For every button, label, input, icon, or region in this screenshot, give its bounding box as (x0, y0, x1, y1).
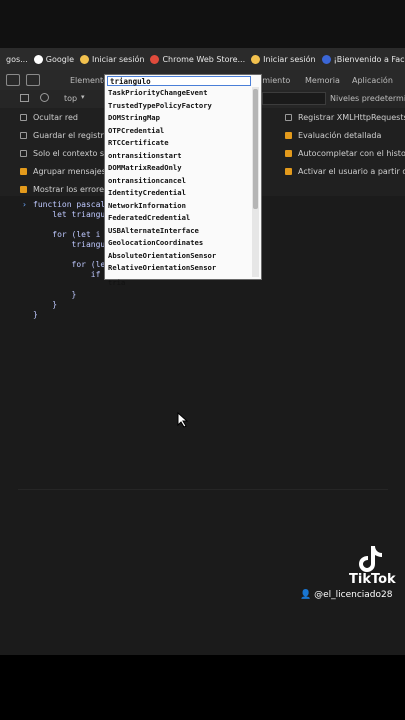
checkbox[interactable] (20, 132, 27, 139)
store-icon (150, 54, 160, 64)
setting-option-left[interactable]: Agrupar mensajes s (20, 167, 113, 176)
code-line: for (let i = (33, 230, 111, 239)
bookmark-label: Google (45, 54, 74, 64)
setting-label: Mostrar los errores (33, 185, 109, 194)
bookmark-item[interactable]: ¡Bienvenido a Faceb... (321, 54, 405, 64)
autocomplete-item[interactable]: TrustedTypePolicyFactory (108, 100, 212, 112)
tab-application[interactable]: Aplicación (352, 76, 393, 85)
tiktok-brand: TikTok (349, 572, 396, 587)
autocomplete-item[interactable]: ontransitionstart (108, 150, 182, 162)
code-line: } (33, 290, 77, 299)
bookmark-item[interactable]: Iniciar sesión (251, 54, 316, 64)
mouse-cursor-icon (177, 412, 189, 428)
screen-recording: gos... Google Iniciar sesión Chrome Web Sto… (0, 0, 405, 655)
tiktok-username: 👤 @el_licenciado28 (300, 590, 392, 600)
bookmark-label: Iniciar sesión (263, 54, 316, 64)
tiktok-logo-icon (359, 546, 382, 572)
checkbox[interactable] (285, 168, 292, 175)
autocomplete-item[interactable]: IdentityCredential (108, 187, 186, 199)
device-toolbar-icon[interactable] (26, 74, 40, 86)
checkbox[interactable] (285, 114, 292, 121)
google-icon (33, 54, 43, 64)
autocomplete-item[interactable]: RelativeOrientationSensor (108, 262, 216, 274)
setting-label: Guardar el registro (33, 131, 109, 140)
checkbox[interactable] (20, 150, 27, 157)
setting-label: Evaluación detallada (298, 131, 382, 140)
setting-label: Registrar XMLHttpRequests (298, 113, 405, 122)
tab-memory[interactable]: Memoria (305, 76, 340, 85)
windows-icon (251, 54, 261, 64)
bookmark-item[interactable]: Iniciar sesión (80, 54, 145, 64)
code-line: triangul (33, 240, 111, 249)
browser-top-strip (0, 0, 405, 48)
autocomplete-item[interactable]: FederatedCredential (108, 212, 190, 224)
facebook-icon (321, 54, 331, 64)
setting-label: Solo el contexto sel (33, 149, 112, 158)
autocomplete-item[interactable]: RTCCertificate (108, 137, 169, 149)
setting-option-right[interactable]: Autocompletar con el historia (285, 149, 405, 158)
typed-text: tria (108, 278, 126, 287)
filter-input[interactable] (262, 92, 326, 105)
autocomplete-item[interactable]: DOMMatrixReadOnly (108, 162, 182, 174)
autocomplete-item[interactable]: NetworkInformation (108, 200, 186, 212)
code-line: if ( (33, 270, 111, 279)
user-icon: 👤 (300, 590, 312, 600)
code-line: function pascal( (33, 200, 111, 209)
code-line: for (let (33, 260, 111, 269)
setting-option-left[interactable]: Ocultar red (20, 113, 78, 122)
autocomplete-item[interactable]: USBAlternateInterface (108, 225, 199, 237)
bookmarks-bar: gos... Google Iniciar sesión Chrome Web Sto… (0, 48, 405, 70)
tab-elements[interactable]: Elemento (70, 76, 108, 85)
username-text: @el_licenciado28 (314, 590, 393, 600)
autocomplete-scroll-thumb[interactable] (253, 89, 258, 209)
setting-label: Ocultar red (33, 113, 78, 122)
autocomplete-input[interactable]: triangulo (107, 76, 251, 86)
autocomplete-item[interactable]: DOMStringMap (108, 112, 160, 124)
checkbox[interactable] (285, 150, 292, 157)
setting-label: Agrupar mensajes s (33, 167, 113, 176)
bookmark-label: ¡Bienvenido a Faceb... (333, 54, 405, 64)
inspect-element-icon[interactable] (6, 74, 20, 86)
checkbox[interactable] (285, 132, 292, 139)
clear-console-icon[interactable] (40, 93, 49, 102)
setting-option-left[interactable]: Solo el contexto sel (20, 149, 111, 158)
autocomplete-popup[interactable]: triangulo TaskPriorityChangeEvent Trusted… (104, 74, 262, 287)
code-line: let triangul (33, 210, 111, 219)
tab-performance[interactable]: imiento (260, 76, 290, 85)
code-line: } (33, 300, 58, 309)
setting-option-left[interactable]: Guardar el registro (20, 131, 108, 140)
autocomplete-item[interactable]: ontransitioncancel (108, 175, 186, 187)
log-levels-dropdown[interactable]: Niveles predetermin (330, 94, 405, 103)
bookmark-item[interactable]: Chrome Web Store... (150, 54, 246, 64)
context-selector[interactable]: top (64, 94, 77, 103)
setting-option-right[interactable]: Activar el usuario a partir de l (285, 167, 405, 176)
bookmark-label: gos... (6, 54, 28, 64)
divider (18, 489, 388, 490)
sidebar-toggle-icon[interactable] (20, 94, 29, 102)
autocomplete-item[interactable]: GeolocationCoordinates (108, 237, 203, 249)
bookmark-item[interactable]: Google (33, 54, 74, 64)
code-line: } (33, 310, 38, 319)
setting-option-right[interactable]: Registrar XMLHttpRequests (285, 113, 405, 122)
checkbox[interactable] (20, 114, 27, 121)
setting-label: Autocompletar con el historia (298, 149, 405, 158)
bookmark-label: Iniciar sesión (92, 54, 145, 64)
bookmark-label: Chrome Web Store... (162, 54, 246, 64)
setting-option-right[interactable]: Evaluación detallada (285, 131, 381, 140)
prompt-chevron-icon: › (22, 200, 27, 209)
autocomplete-item[interactable]: OTPCredential (108, 125, 164, 137)
checkbox[interactable] (20, 186, 27, 193)
chevron-down-icon: ▾ (81, 93, 85, 101)
autocomplete-item[interactable]: AbsoluteOrientationSensor (108, 250, 216, 262)
checkbox[interactable] (20, 168, 27, 175)
setting-label: Activar el usuario a partir de l (298, 167, 405, 176)
autocomplete-item[interactable]: TaskPriorityChangeEvent (108, 87, 208, 99)
bookmark-item[interactable]: gos... (6, 55, 28, 64)
setting-option-left[interactable]: Mostrar los errores (20, 185, 108, 194)
windows-icon (80, 54, 89, 64)
